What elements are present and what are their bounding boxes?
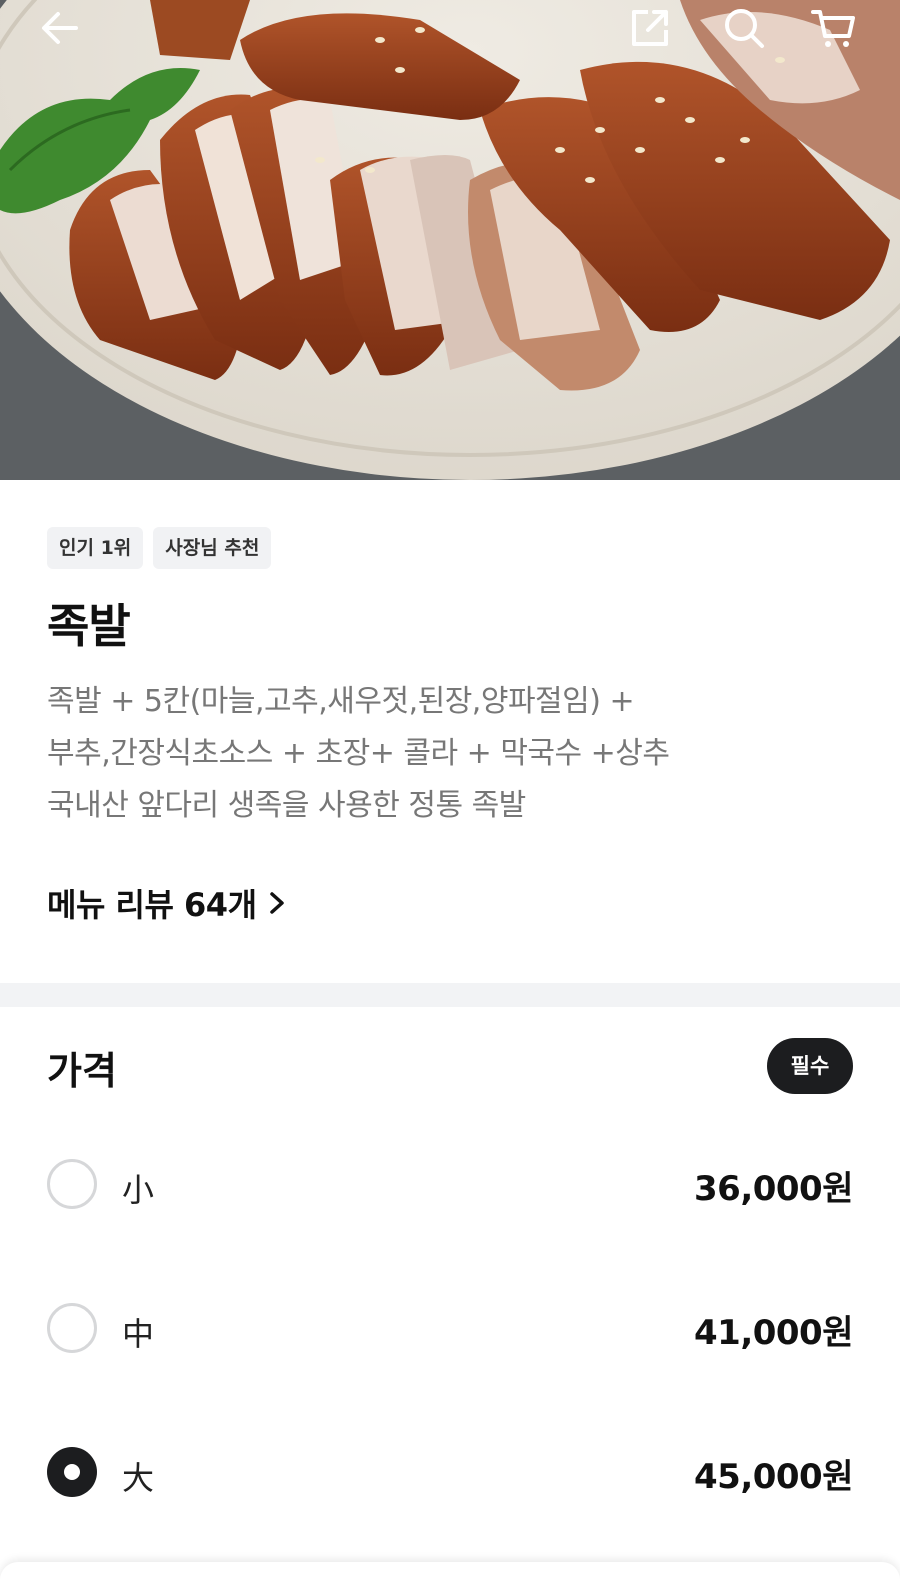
menu-description: 족발 + 5칸(마늘,고추,새우젓,된장,양파절임) + 부추,간장식초소스 +…: [47, 676, 847, 832]
cart-button[interactable]: [810, 4, 858, 52]
arrow-left-icon: [42, 12, 78, 44]
tag-owner-recommend: 사장님 추천: [153, 527, 272, 569]
option-price: 41,000원: [694, 1313, 853, 1353]
bottom-sheet-edge: [0, 1562, 900, 1592]
search-icon: [725, 9, 764, 48]
share-button[interactable]: [626, 4, 674, 52]
option-label: 大: [122, 1459, 155, 1497]
option-label: 中: [122, 1315, 155, 1353]
option-price: 36,000원: [694, 1169, 853, 1209]
menu-title: 족발: [47, 599, 131, 653]
radio-button-selected[interactable]: [47, 1447, 97, 1497]
price-option-medium[interactable]: 中 41,000원: [47, 1301, 853, 1361]
option-price: 45,000원: [694, 1457, 853, 1497]
radio-button[interactable]: [47, 1159, 97, 1209]
price-option-small[interactable]: 小 36,000원: [47, 1157, 853, 1217]
section-divider: [0, 983, 900, 1007]
menu-tags: 인기 1위 사장님 추천: [47, 527, 272, 569]
back-button[interactable]: [36, 4, 84, 52]
description-line: 국내산 앞다리 생족을 사용한 정통 족발: [47, 788, 526, 823]
option-label: 小: [122, 1171, 155, 1209]
review-link-label: 메뉴 리뷰 64개: [47, 886, 257, 924]
search-button[interactable]: [720, 4, 768, 52]
price-section-title: 가격: [47, 1049, 117, 1093]
cart-icon: [811, 10, 855, 47]
radio-button[interactable]: [47, 1303, 97, 1353]
tag-popular: 인기 1위: [47, 527, 144, 569]
required-badge: 필수: [767, 1038, 853, 1094]
menu-photo: [0, 0, 900, 480]
price-option-large[interactable]: 大 45,000원: [47, 1445, 853, 1505]
share-icon: [632, 10, 668, 46]
menu-review-link[interactable]: 메뉴 리뷰 64개: [47, 880, 287, 926]
description-line: 부추,간장식초소스 + 초장+ 콜라 + 막국수 +상추: [47, 736, 670, 771]
chevron-right-icon: [269, 892, 284, 914]
description-line: 족발 + 5칸(마늘,고추,새우젓,된장,양파절임) +: [47, 684, 635, 719]
top-navigation-bar: [0, 0, 900, 60]
